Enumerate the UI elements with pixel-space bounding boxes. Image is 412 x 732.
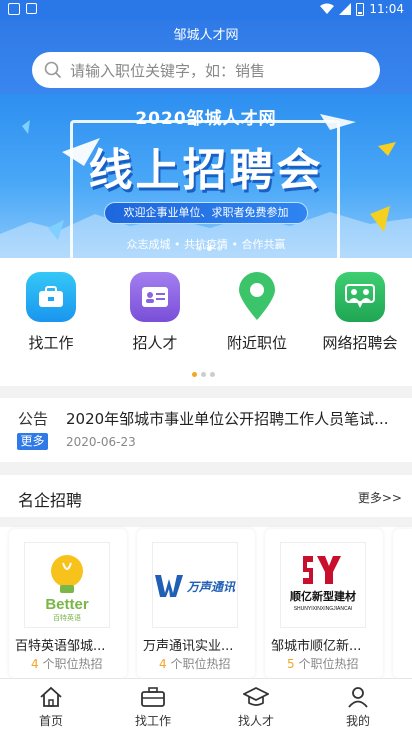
pager-dot bbox=[217, 246, 222, 251]
company-name: 百特英语邹城... bbox=[15, 639, 106, 654]
banner-pill: 欢迎企事业单位、求职者免费参加 bbox=[104, 202, 308, 224]
divider bbox=[0, 517, 412, 527]
battery-icon bbox=[356, 2, 365, 16]
job-count-number: 4 bbox=[159, 657, 167, 671]
company-logo: 万声通讯 bbox=[152, 542, 238, 628]
app-title: 邹城人才网 bbox=[173, 28, 239, 43]
app-bar: 邹城人才网 请输入职位关键字，如：销售 bbox=[0, 20, 412, 94]
search-input[interactable]: 请输入职位关键字，如：销售 bbox=[32, 52, 380, 88]
company-logo: 顺亿新型建材 SHUNYIXINXINGJIANCAI bbox=[280, 542, 366, 628]
quick-item-label: 附近职位 bbox=[226, 334, 287, 352]
bottom-tab-bar: 首页 找工作 找人才 我的 bbox=[0, 678, 412, 732]
tab-home[interactable]: 首页 bbox=[16, 685, 86, 729]
job-count-suffix: 个职位热招 bbox=[298, 657, 359, 671]
notice-headline[interactable]: 2020年邹城市事业单位公开招聘工作人员笔试... bbox=[66, 408, 396, 429]
quick-menu-pager bbox=[192, 372, 215, 377]
tab-mine[interactable]: 我的 bbox=[323, 685, 393, 729]
status-time: 11:04 bbox=[369, 2, 404, 16]
notice-bar[interactable]: 公告 更多 2020年邹城市事业单位公开招聘工作人员笔试... 2020-06-… bbox=[0, 398, 412, 462]
famous-companies-section: 名企招聘 更多>> Better 百特英语 百特英语邹城... 4 个职位热招 … bbox=[0, 475, 412, 678]
section-title: 名企招聘 bbox=[18, 491, 83, 510]
company-job-count: 4 个职位热招 bbox=[31, 655, 102, 672]
svg-text:SHUNYIXINXINGJIANCAI: SHUNYIXINXINGJIANCAI bbox=[294, 606, 353, 612]
pager-dot bbox=[210, 372, 215, 377]
briefcase-icon bbox=[26, 272, 76, 322]
quick-item-label: 招人才 bbox=[132, 334, 178, 352]
pager-dot bbox=[201, 372, 206, 377]
quick-item-online-fair[interactable]: 网络招聘会 bbox=[310, 272, 410, 353]
signal-icon bbox=[339, 3, 352, 15]
company-card[interactable]: Better 百特英语 百特英语邹城... 4 个职位热招 bbox=[9, 529, 127, 678]
tab-find-job[interactable]: 找工作 bbox=[118, 685, 188, 729]
notice-label: 公告 bbox=[18, 410, 49, 428]
tab-label: 找人才 bbox=[237, 714, 274, 728]
job-count-suffix: 个职位热招 bbox=[170, 657, 231, 671]
tab-find-talent[interactable]: 找人才 bbox=[221, 685, 291, 729]
graduation-cap-icon bbox=[221, 685, 291, 709]
quick-item-nearby[interactable]: 附近职位 bbox=[207, 272, 307, 353]
company-logo: Better 百特英语 bbox=[24, 542, 110, 628]
pager-dot bbox=[197, 246, 202, 251]
company-card[interactable]: 万声通讯 万声通讯实业... 4 个职位热招 bbox=[137, 529, 255, 678]
job-count-suffix: 个职位热招 bbox=[42, 657, 103, 671]
id-card-icon bbox=[130, 272, 180, 322]
tab-label: 我的 bbox=[345, 714, 370, 728]
promo-banner[interactable]: 2020邹城人才网 线上招聘会 欢迎企事业单位、求职者免费参加 众志成城 • 共… bbox=[0, 94, 412, 258]
banner-headline: 线上招聘会 bbox=[88, 145, 324, 196]
tab-label: 首页 bbox=[38, 714, 63, 728]
search-icon bbox=[44, 61, 62, 79]
user-icon bbox=[323, 685, 393, 709]
quick-menu: 找工作 招人才 附近职位 网络招聘会 bbox=[0, 258, 412, 386]
company-name: 万声通讯实业... bbox=[143, 639, 234, 654]
location-pin-icon bbox=[232, 272, 282, 322]
quick-item-label: 找工作 bbox=[28, 334, 74, 352]
svg-text:万声通讯: 万声通讯 bbox=[186, 580, 236, 594]
company-job-count: 4 个职位热招 bbox=[159, 655, 230, 672]
company-name: 邹城市顺亿新... bbox=[271, 639, 362, 654]
banner-year-title: 2020邹城人才网 bbox=[135, 109, 277, 129]
people-chat-icon bbox=[335, 272, 385, 322]
image-icon bbox=[26, 3, 37, 14]
tab-label: 找工作 bbox=[134, 714, 171, 728]
quick-item-find-job[interactable]: 找工作 bbox=[1, 272, 101, 353]
wifi-icon bbox=[320, 3, 335, 14]
briefcase-icon bbox=[118, 685, 188, 709]
company-card-partial[interactable] bbox=[393, 529, 412, 678]
notice-more-badge[interactable]: 更多 bbox=[17, 433, 48, 450]
job-count-number: 4 bbox=[31, 657, 39, 671]
notice-date: 2020-06-23 bbox=[66, 435, 136, 449]
more-link[interactable]: 更多>> bbox=[358, 489, 402, 506]
svg-text:Better: Better bbox=[45, 596, 89, 613]
status-bar: 11:04 bbox=[0, 0, 412, 20]
company-job-count: 5 个职位热招 bbox=[287, 655, 358, 672]
quick-item-recruit[interactable]: 招人才 bbox=[105, 272, 205, 353]
quick-item-label: 网络招聘会 bbox=[322, 334, 398, 352]
job-count-number: 5 bbox=[287, 657, 295, 671]
company-card[interactable]: 顺亿新型建材 SHUNYIXINXINGJIANCAI 邹城市顺亿新... 5 … bbox=[265, 529, 383, 678]
svg-text:百特英语: 百特英语 bbox=[53, 613, 81, 622]
pager-dot-active bbox=[207, 246, 212, 251]
pager-dot-active bbox=[192, 372, 197, 377]
svg-text:顺亿新型建材: 顺亿新型建材 bbox=[290, 589, 356, 603]
banner-pager bbox=[197, 246, 222, 251]
notification-square-icon bbox=[8, 3, 20, 15]
search-placeholder: 请输入职位关键字，如：销售 bbox=[70, 61, 266, 80]
home-icon bbox=[16, 685, 86, 709]
